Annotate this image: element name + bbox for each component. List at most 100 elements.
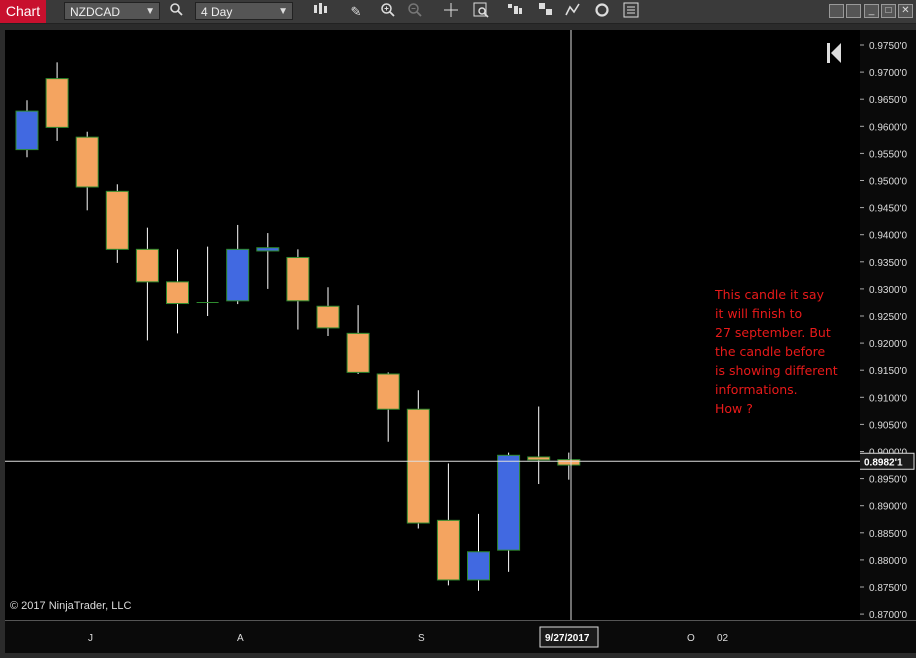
chart-toolbar: Chart NZDCAD ▼ 4 Day ▼ ✎ _ □ ✕ bbox=[0, 0, 916, 24]
price-tick-label: 0.9400'0 bbox=[869, 231, 907, 242]
pencil-icon[interactable]: ✎ bbox=[346, 2, 366, 21]
zoom-in-icon[interactable] bbox=[378, 2, 398, 21]
search-icon[interactable] bbox=[166, 2, 186, 21]
candle bbox=[406, 390, 430, 529]
candle-body bbox=[226, 248, 250, 302]
annotation-line: it will finish to bbox=[715, 306, 803, 321]
price-tick-label: 0.9500'0 bbox=[869, 177, 907, 188]
candle bbox=[436, 463, 460, 586]
price-tick-label: 0.9600'0 bbox=[869, 122, 907, 133]
time-axis-labels: J A S O 02 9/27/2017 bbox=[88, 626, 729, 648]
candle bbox=[166, 249, 189, 334]
crosshair-icon[interactable] bbox=[441, 2, 461, 21]
candle bbox=[15, 100, 39, 158]
candle bbox=[497, 452, 521, 572]
candle-body bbox=[286, 256, 310, 302]
annotation-line: This candle it say bbox=[715, 287, 824, 302]
price-marker-label: 0.8982'1 bbox=[864, 457, 903, 468]
time-tick-label: 02 bbox=[717, 633, 729, 644]
time-tick-label: J bbox=[88, 633, 93, 644]
minimize-icon[interactable]: _ bbox=[864, 4, 879, 18]
candle bbox=[467, 513, 490, 591]
chevron-down-icon: ▼ bbox=[278, 6, 288, 17]
candle-body bbox=[316, 305, 340, 329]
candle bbox=[316, 287, 340, 337]
maximize-icon[interactable]: □ bbox=[881, 4, 896, 18]
candle bbox=[527, 406, 551, 485]
candle bbox=[105, 184, 129, 263]
properties-icon[interactable] bbox=[621, 2, 641, 21]
price-tick-label: 0.8900'0 bbox=[869, 502, 907, 513]
price-tick-label: 0.9300'0 bbox=[869, 285, 907, 296]
price-marker: 0.8982'1 bbox=[849, 452, 915, 470]
candle bbox=[256, 233, 280, 289]
candle-body bbox=[497, 454, 521, 551]
candle-body bbox=[105, 190, 129, 250]
price-tick-label: 0.9150'0 bbox=[869, 366, 907, 377]
annotation-line: How ? bbox=[715, 401, 753, 416]
price-tick-label: 0.8950'0 bbox=[869, 475, 907, 486]
candle-body bbox=[436, 519, 460, 581]
date-marker-label: 9/27/2017 bbox=[545, 633, 590, 644]
price-tick-label: 0.9550'0 bbox=[869, 149, 907, 160]
period-selector[interactable]: 4 Day ▼ bbox=[195, 2, 293, 20]
price-axis[interactable]: 0.9750'0 0.9700'0 0.9650'0 0.9600'0 0.9550'0… bbox=[849, 30, 916, 621]
chart-tab[interactable]: Chart bbox=[0, 0, 46, 23]
price-tick-label: 0.9350'0 bbox=[869, 258, 907, 269]
candle-body bbox=[346, 332, 370, 373]
time-tick-label: O bbox=[687, 633, 695, 644]
bar-style-icon[interactable] bbox=[310, 2, 330, 21]
data-box-icon[interactable] bbox=[471, 2, 491, 21]
price-tick-label: 0.9100'0 bbox=[869, 393, 907, 404]
candle-body bbox=[15, 110, 39, 151]
price-tick-label: 0.8800'0 bbox=[869, 556, 907, 567]
tile-icon[interactable] bbox=[829, 4, 844, 18]
annotation-line: is showing different bbox=[715, 363, 838, 378]
refresh-icon[interactable] bbox=[592, 2, 612, 21]
candle bbox=[557, 452, 581, 480]
candle-body bbox=[467, 551, 490, 581]
annotation-text: This candle it say it will finish to 27 … bbox=[715, 285, 838, 418]
candle-body bbox=[376, 373, 400, 410]
candle-body bbox=[557, 459, 581, 466]
price-tick-label: 0.8750'0 bbox=[869, 583, 907, 594]
zoom-out-icon[interactable] bbox=[405, 2, 425, 21]
candle-body bbox=[135, 248, 159, 283]
candle bbox=[45, 62, 69, 141]
instrument-value: NZDCAD bbox=[70, 5, 120, 19]
price-tick-label: 0.9450'0 bbox=[869, 204, 907, 215]
candle bbox=[135, 227, 159, 341]
candle bbox=[75, 131, 99, 211]
price-tick-label: 0.9050'0 bbox=[869, 420, 907, 431]
layout-icon[interactable] bbox=[505, 2, 525, 21]
price-tick-label: 0.8700'0 bbox=[869, 610, 907, 620]
candle-body bbox=[166, 281, 189, 305]
price-tick-label: 0.9650'0 bbox=[869, 95, 907, 106]
instrument-selector[interactable]: NZDCAD ▼ bbox=[64, 2, 160, 20]
candle bbox=[196, 246, 219, 316]
price-tick-label: 0.8850'0 bbox=[869, 529, 907, 540]
copyright-text: © 2017 NinjaTrader, LLC bbox=[10, 600, 132, 612]
candle bbox=[286, 249, 310, 330]
candle-body bbox=[256, 247, 280, 252]
panels-icon[interactable] bbox=[536, 2, 556, 21]
price-tick-label: 0.9750'0 bbox=[869, 41, 907, 52]
annotation-line: 27 september. But bbox=[715, 325, 831, 340]
tile-alt-icon[interactable] bbox=[846, 4, 861, 18]
candle-body bbox=[75, 136, 99, 188]
price-axis-labels: 0.9750'0 0.9700'0 0.9650'0 0.9600'0 0.9550'0… bbox=[849, 41, 915, 621]
candle bbox=[376, 372, 400, 442]
price-tick-label: 0.9250'0 bbox=[869, 312, 907, 323]
time-tick-label: S bbox=[418, 633, 425, 644]
candle bbox=[346, 305, 370, 374]
price-tick-label: 0.9200'0 bbox=[869, 339, 907, 350]
close-icon[interactable]: ✕ bbox=[898, 4, 913, 18]
time-axis[interactable]: J A S O 02 9/27/2017 bbox=[5, 620, 916, 653]
date-marker: 9/27/2017 bbox=[539, 626, 599, 648]
candle-body bbox=[406, 408, 430, 524]
indicators-icon[interactable] bbox=[563, 2, 583, 21]
price-tick-label: 0.9700'0 bbox=[869, 68, 907, 79]
candle-body bbox=[45, 78, 69, 128]
time-tick-label: A bbox=[237, 633, 244, 644]
scroll-to-end-icon[interactable] bbox=[826, 42, 842, 64]
